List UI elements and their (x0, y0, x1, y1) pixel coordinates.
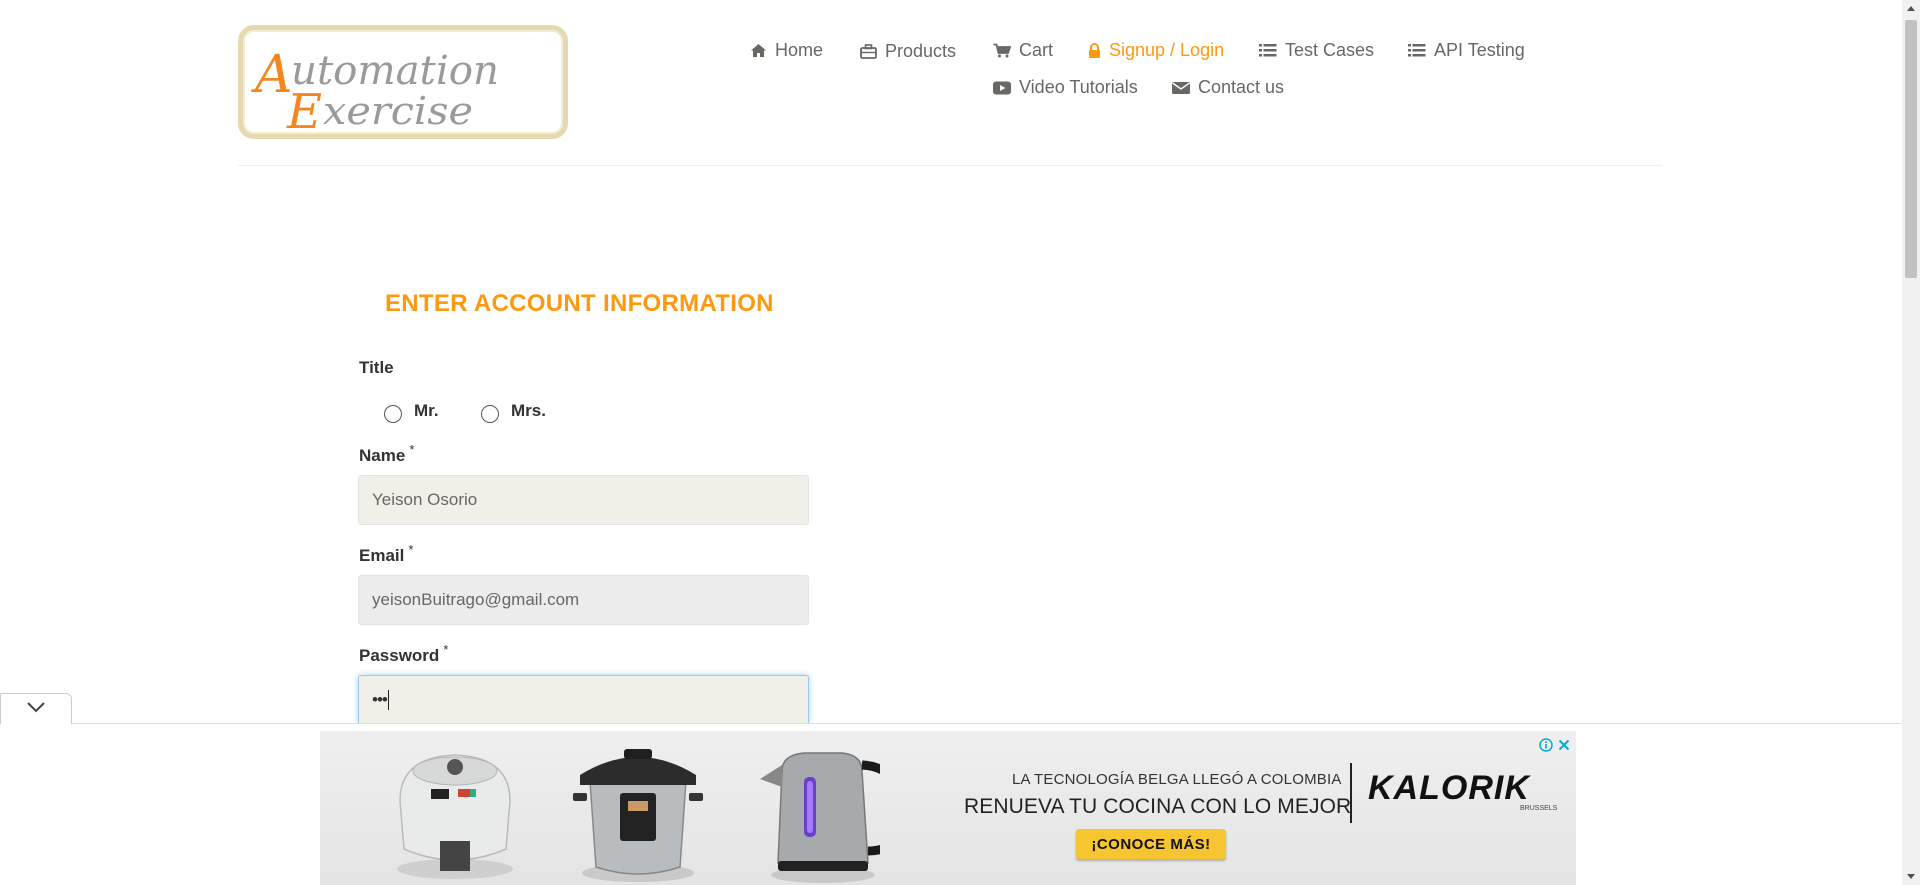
form-heading: ENTER ACCOUNT INFORMATION (385, 290, 774, 317)
required-mark: * (409, 442, 415, 457)
envelope-icon (1172, 79, 1190, 97)
nav-products[interactable]: Products (859, 41, 956, 62)
list-icon (1259, 42, 1277, 60)
name-label-text: Name (359, 446, 406, 465)
password-input-value: ••• (372, 689, 388, 709)
ad-cta-button[interactable]: ¡CONOCE MÁS! (1076, 829, 1226, 859)
page: A utomation E xercise Home Products Cart (0, 0, 1920, 885)
cart-icon (993, 42, 1011, 60)
password-input[interactable]: ••• (358, 675, 809, 723)
email-input-value: yeisonBuitrago@gmail.com (372, 590, 580, 609)
home-icon (749, 42, 767, 60)
text-caret (387, 689, 389, 710)
password-label: Password * (359, 642, 448, 666)
products-icon (859, 43, 877, 61)
title-label: Title (359, 358, 394, 377)
email-input[interactable]: yeisonBuitrago@gmail.com (358, 575, 809, 625)
required-mark: * (408, 542, 414, 557)
info-icon[interactable] (1538, 737, 1554, 753)
ad-headline: RENUEVA TU COCINA CON LO MEJOR (964, 795, 1352, 818)
list-icon (1408, 42, 1426, 60)
nav-contact-us-label: Contact us (1198, 77, 1285, 97)
ad-banner[interactable]: LA TECNOLOGÍA BELGA LLEGÓ A COLOMBIA REN… (320, 731, 1576, 885)
title-mr-label[interactable]: Mr. (414, 401, 439, 421)
name-label: Name * (359, 442, 414, 466)
required-mark: * (443, 642, 449, 657)
nav-products-label: Products (885, 41, 957, 61)
title-mrs-label[interactable]: Mrs. (511, 401, 546, 421)
svg-text:E: E (286, 84, 322, 134)
chevron-down-icon (26, 700, 46, 718)
lock-icon (1088, 42, 1101, 60)
youtube-icon (993, 79, 1011, 97)
nav-cart-label: Cart (1019, 40, 1054, 60)
ad-divider-line (0, 723, 1902, 724)
nav-cart[interactable]: Cart (993, 40, 1053, 61)
name-input[interactable]: Yeison Osorio (358, 475, 809, 525)
scroll-up-arrow-icon[interactable] (1902, 0, 1920, 17)
scroll-down-arrow-icon[interactable] (1902, 868, 1920, 885)
nav-signup-login-label: Signup / Login (1109, 40, 1225, 60)
nav-home-label: Home (775, 40, 824, 60)
email-label: Email * (359, 542, 413, 566)
title-mr-radio[interactable] (384, 405, 402, 423)
page-scrollbar[interactable] (1902, 0, 1920, 885)
scrollbar-thumb[interactable] (1905, 20, 1917, 278)
site-logo[interactable]: A utomation E xercise (238, 25, 568, 139)
svg-text:utomation: utomation (291, 48, 499, 94)
ad-collapse-button[interactable] (0, 693, 72, 724)
svg-text:xercise: xercise (323, 89, 473, 133)
close-icon[interactable] (1556, 737, 1572, 753)
ad-products-image (397, 749, 880, 883)
header-divider (238, 165, 1662, 166)
name-input-value: Yeison Osorio (372, 490, 478, 509)
nav-video-tutorials[interactable]: Video Tutorials (993, 77, 1138, 98)
password-label-text: Password (359, 646, 440, 665)
nav-api-testing[interactable]: API Testing (1408, 40, 1525, 61)
nav-api-testing-label: API Testing (1434, 40, 1525, 60)
nav-signup-login[interactable]: Signup / Login (1088, 40, 1224, 61)
nav-home[interactable]: Home (749, 40, 823, 61)
ad-brand-logo: KALORIK (1368, 769, 1530, 807)
nav-video-tutorials-label: Video Tutorials (1019, 77, 1138, 97)
nav-test-cases-label: Test Cases (1285, 40, 1375, 60)
email-label-text: Email (359, 546, 405, 565)
nav-contact-us[interactable]: Contact us (1172, 77, 1284, 98)
nav-test-cases[interactable]: Test Cases (1259, 40, 1374, 61)
ad-brand-subtext: BRUSSELS (1520, 805, 1558, 812)
ad-tagline: LA TECNOLOGÍA BELGA LLEGÓ A COLOMBIA (1012, 771, 1342, 788)
logo-graphic: A utomation E xercise (251, 45, 499, 134)
title-mrs-radio[interactable] (481, 405, 499, 423)
ad-vertical-divider (1350, 763, 1352, 823)
